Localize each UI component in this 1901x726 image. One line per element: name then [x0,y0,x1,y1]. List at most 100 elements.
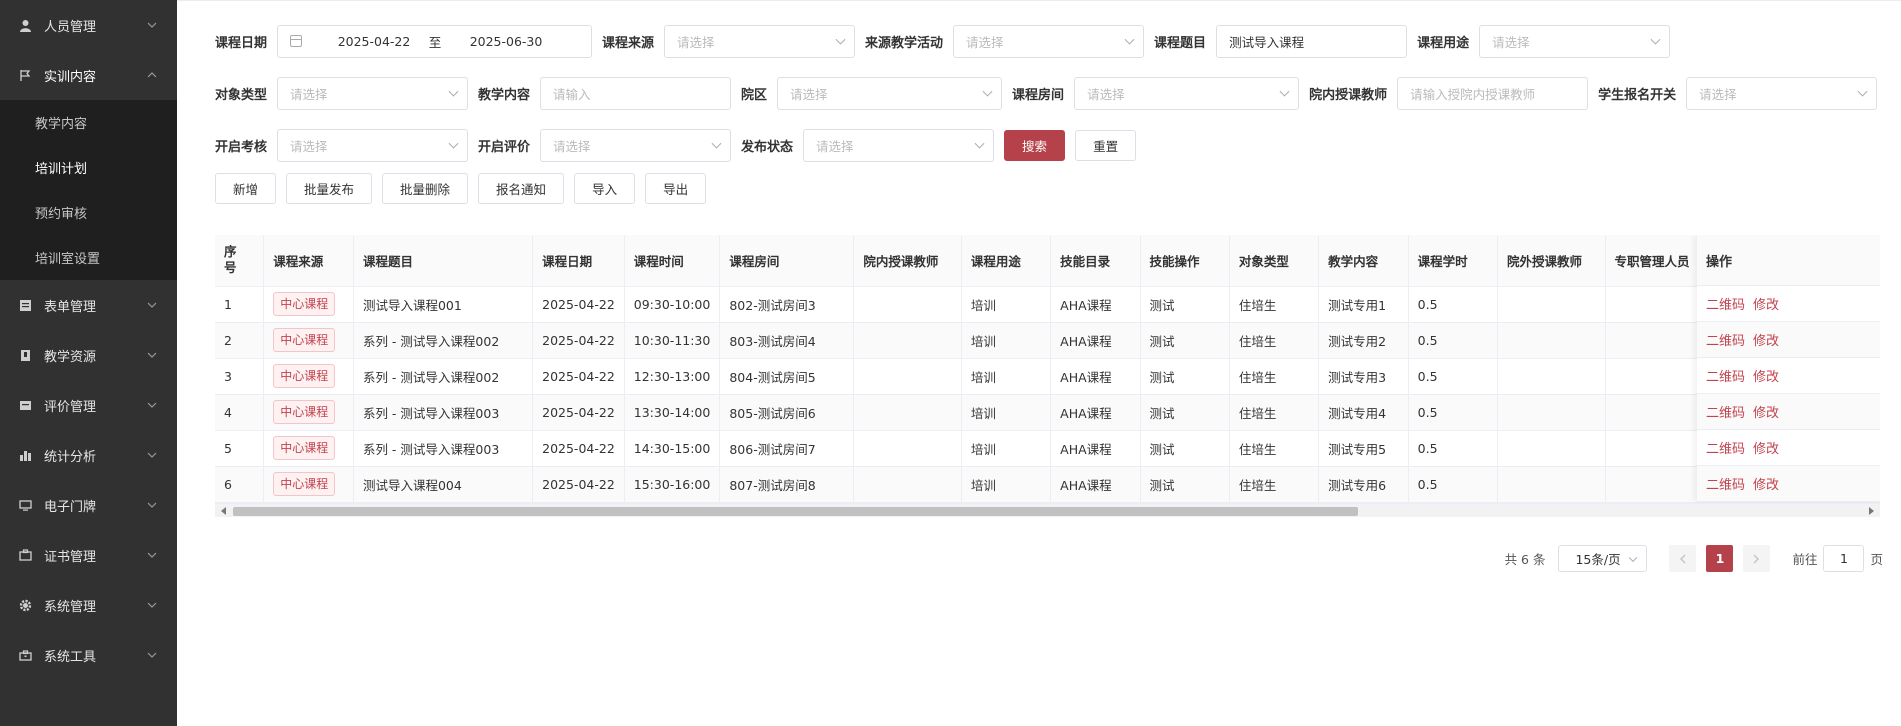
signup-notice-button[interactable]: 报名通知 [478,172,565,204]
filter-label-source-activity: 来源教学活动 [865,35,944,51]
filter-row: 对象类型 请选择 教学内容 请输入 院区 请选择 课程房间 请选择 院内授课教师… [215,67,1901,119]
table-cell-title: 测试导入课程004 [353,466,534,503]
source-activity-select[interactable]: 请选择 [953,24,1145,58]
edit-link[interactable]: 修改 [1753,438,1779,457]
table-cell-content: 测试专用2 [1318,322,1409,359]
table-cell-usage: 培训 [961,358,1052,395]
course-title-input[interactable]: 测试导入课程 [1216,24,1408,58]
course-source-select[interactable]: 请选择 [664,24,856,58]
horizontal-scrollbar[interactable] [215,503,1880,517]
table-cell-manager [1605,430,1703,467]
table-cell-hours: 0.5 [1408,466,1498,503]
chevron-down-icon [147,400,157,410]
sidebar-item-e-doorplate[interactable]: 电子门牌 [0,480,177,530]
chevron-down-icon [711,138,722,149]
course-table: 序号 课程来源 课程题目 课程日期 课程时间 课程房间 院内授课教师 课程用途 … [215,235,1880,503]
page-size-select[interactable]: 15条/页 [1558,545,1648,572]
sidebar-item-forms[interactable]: 表单管理 [0,280,177,330]
batch-publish-button[interactable]: 批量发布 [286,172,373,204]
edit-link[interactable]: 修改 [1753,330,1779,349]
target-type-select[interactable]: 请选择 [277,76,469,110]
publish-status-select[interactable]: 请选择 [803,128,995,162]
student-signup-select[interactable]: 请选择 [1686,76,1878,110]
scroll-left-icon[interactable] [221,507,226,515]
internal-teacher-input[interactable]: 请输入授院内授课教师 [1397,76,1589,110]
sidebar-item-evaluation[interactable]: 评价管理 [0,380,177,430]
qrcode-link[interactable]: 二维码 [1706,330,1745,349]
column-header: 院外授课教师 [1497,235,1606,287]
teaching-content-input[interactable]: 请输入 [540,76,732,110]
sidebar-item-personnel[interactable]: 人员管理 [0,0,177,50]
page-number-active[interactable]: 1 [1706,545,1734,572]
sidebar-item-certificates[interactable]: 证书管理 [0,530,177,580]
add-button[interactable]: 新增 [215,172,277,204]
sidebar-item-label: 评价管理 [44,399,97,415]
scrollbar-thumb[interactable] [233,507,1358,516]
chevron-down-icon [1857,86,1868,97]
table-cell-skill-dir: AHA课程 [1050,358,1141,395]
scroll-right-icon[interactable] [1869,507,1874,515]
table-cell-room: 803-测试房间4 [719,322,855,359]
pagination: 共 6 条 15条/页 1 前往 1 页 [1505,545,1883,572]
column-header: 课程房间 [719,235,855,287]
qrcode-link[interactable]: 二维码 [1706,402,1745,421]
operations-cell: 二维码 修改 [1697,322,1880,358]
table-cell-no: 5 [215,430,265,467]
edit-link[interactable]: 修改 [1753,366,1779,385]
batch-delete-button[interactable]: 批量删除 [382,172,469,204]
select-placeholder: 请选择 [290,138,328,154]
import-button[interactable]: 导入 [574,172,636,204]
chevron-down-icon [1124,34,1135,45]
book-icon [18,348,32,362]
sidebar-item-teaching-resources[interactable]: 教学资源 [0,330,177,380]
table-cell-content: 测试专用4 [1318,394,1409,431]
chevron-down-icon [448,86,459,97]
campus-select[interactable]: 请选择 [777,76,1003,110]
column-header-operations: 操作 [1697,235,1880,286]
gear-icon [18,598,32,612]
table-cell-content: 测试专用1 [1318,286,1409,323]
enable-exam-select[interactable]: 请选择 [277,128,469,162]
sidebar-subitem-training-plan[interactable]: 培训计划 [0,145,177,190]
qrcode-link[interactable]: 二维码 [1706,366,1745,385]
export-button[interactable]: 导出 [645,172,707,204]
filter-label-target-type: 对象类型 [215,87,268,103]
course-usage-select[interactable]: 请选择 [1479,24,1671,58]
table-cell-time: 09:30-10:00 [624,286,721,323]
table-cell-hours: 0.5 [1408,394,1498,431]
course-room-select[interactable]: 请选择 [1074,76,1300,110]
qrcode-link[interactable]: 二维码 [1706,438,1745,457]
reset-button[interactable]: 重置 [1075,129,1137,161]
goto-page-input[interactable]: 1 [1823,545,1865,572]
sidebar-item-training-content[interactable]: 实训内容 [0,50,177,100]
edit-link[interactable]: 修改 [1753,294,1779,313]
sidebar-subitem-booking-review[interactable]: 预约审核 [0,190,177,235]
chevron-down-icon [147,500,157,510]
sidebar-subitem-teaching-content[interactable]: 教学内容 [0,100,177,145]
edit-link[interactable]: 修改 [1753,474,1779,493]
date-range-picker[interactable]: 2025-04-22 至 2025-06-30 [277,24,593,58]
sidebar-item-system-tools[interactable]: 系统工具 [0,630,177,680]
sidebar-item-statistics[interactable]: 统计分析 [0,430,177,480]
sidebar-item-system-management[interactable]: 系统管理 [0,580,177,630]
sidebar-subitem-room-settings[interactable]: 培训室设置 [0,235,177,280]
enable-eval-select[interactable]: 请选择 [540,128,732,162]
chevron-down-icon [147,550,157,560]
table-cell-title: 系列 - 测试导入课程002 [353,322,534,359]
table-cell-hours: 0.5 [1408,358,1498,395]
table-cell-ext-teacher [1497,394,1606,431]
table-row: 5 中心课程 系列 - 测试导入课程003 2025-04-22 14:30-15:00… [215,430,1880,467]
table-cell-ext-teacher [1497,358,1606,395]
next-page-button[interactable] [1743,545,1771,572]
main-content: 课程日期 2025-04-22 至 2025-06-30 课程来源 请选择 来源… [177,0,1901,726]
prev-page-button[interactable] [1669,545,1697,572]
table-row: 4 中心课程 系列 - 测试导入课程003 2025-04-22 13:30-14:00… [215,394,1880,431]
qrcode-link[interactable]: 二维码 [1706,294,1745,313]
edit-link[interactable]: 修改 [1753,402,1779,421]
chevron-down-icon [835,34,846,45]
column-header: 课程日期 [532,235,625,287]
search-button[interactable]: 搜索 [1004,129,1066,161]
chevron-down-icon [147,450,157,460]
filter-label-internal-teacher: 院内授课教师 [1309,87,1388,103]
qrcode-link[interactable]: 二维码 [1706,474,1745,493]
